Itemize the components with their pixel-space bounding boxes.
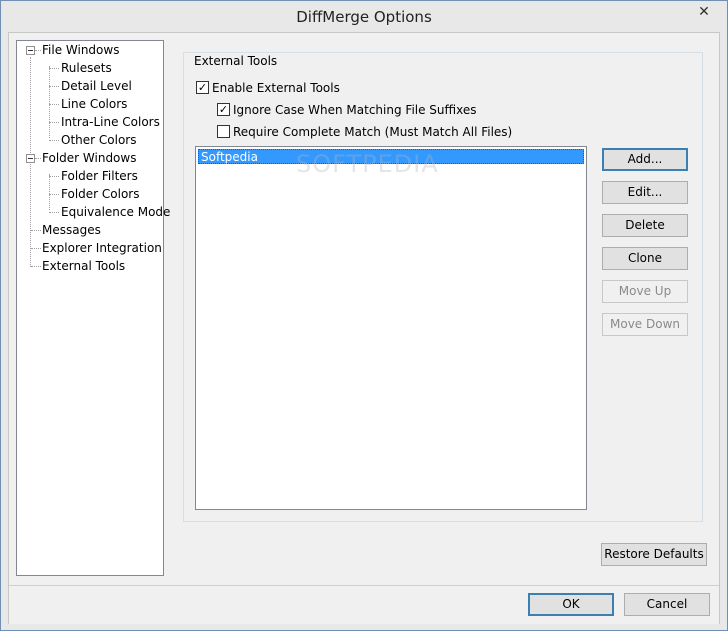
- restore-defaults-button[interactable]: Restore Defaults: [601, 543, 707, 566]
- cancel-button[interactable]: Cancel: [624, 593, 710, 616]
- tree-item-equivalence-mode[interactable]: Equivalence Mode: [61, 203, 170, 221]
- require-complete-match-label: Require Complete Match (Must Match All F…: [233, 125, 513, 139]
- clone-button[interactable]: Clone: [602, 247, 688, 270]
- move-up-button[interactable]: Move Up: [602, 280, 688, 303]
- tree-item-folder-windows[interactable]: Folder Windows: [42, 149, 136, 167]
- options-window: DiffMerge Options ✕ File Windows Ruleset…: [0, 0, 728, 631]
- move-down-button[interactable]: Move Down: [602, 313, 688, 336]
- group-title: External Tools: [192, 54, 280, 68]
- ignore-case-row[interactable]: ✓ Ignore Case When Matching File Suffixes: [217, 102, 477, 118]
- collapse-file-windows-icon[interactable]: [26, 46, 35, 55]
- enable-external-tools-checkbox[interactable]: ✓: [196, 81, 209, 94]
- close-icon[interactable]: ✕: [689, 2, 719, 22]
- collapse-folder-windows-icon[interactable]: [26, 154, 35, 163]
- tree-item-file-windows[interactable]: File Windows: [42, 41, 119, 59]
- tree-item-folder-filters[interactable]: Folder Filters: [61, 167, 138, 185]
- tree-item-messages[interactable]: Messages: [42, 221, 101, 239]
- tree-item-external-tools[interactable]: External Tools: [42, 257, 125, 275]
- dialog-client-area: File Windows Rulesets Detail Level Line …: [8, 32, 720, 624]
- delete-button[interactable]: Delete: [602, 214, 688, 237]
- ignore-case-checkbox[interactable]: ✓: [217, 103, 230, 116]
- ignore-case-label: Ignore Case When Matching File Suffixes: [233, 103, 477, 117]
- tree-item-intra-line-colors[interactable]: Intra-Line Colors: [61, 113, 160, 131]
- tree-item-other-colors[interactable]: Other Colors: [61, 131, 136, 149]
- tree-item-folder-colors[interactable]: Folder Colors: [61, 185, 139, 203]
- require-complete-match-row[interactable]: Require Complete Match (Must Match All F…: [217, 124, 512, 140]
- edit-button[interactable]: Edit...: [602, 181, 688, 204]
- watermark-text: SOFTPEDIA: [296, 150, 439, 178]
- ok-button[interactable]: OK: [528, 593, 614, 616]
- options-tree[interactable]: File Windows Rulesets Detail Level Line …: [16, 40, 170, 576]
- tree-item-rulesets[interactable]: Rulesets: [61, 59, 112, 77]
- title-bar: DiffMerge Options ✕: [1, 1, 727, 32]
- external-tools-list[interactable]: Softpedia: [195, 146, 587, 510]
- window-title: DiffMerge Options: [296, 8, 432, 26]
- tree-item-explorer-integration[interactable]: Explorer Integration: [42, 239, 162, 257]
- tree-item-line-colors[interactable]: Line Colors: [61, 95, 127, 113]
- enable-external-tools-row[interactable]: ✓ Enable External Tools: [196, 80, 340, 96]
- require-complete-match-checkbox[interactable]: [217, 125, 230, 138]
- add-button[interactable]: Add...: [602, 148, 688, 171]
- tree-item-detail-level[interactable]: Detail Level: [61, 77, 132, 95]
- dialog-button-bar: OK Cancel: [9, 585, 719, 624]
- enable-external-tools-label: Enable External Tools: [212, 81, 340, 95]
